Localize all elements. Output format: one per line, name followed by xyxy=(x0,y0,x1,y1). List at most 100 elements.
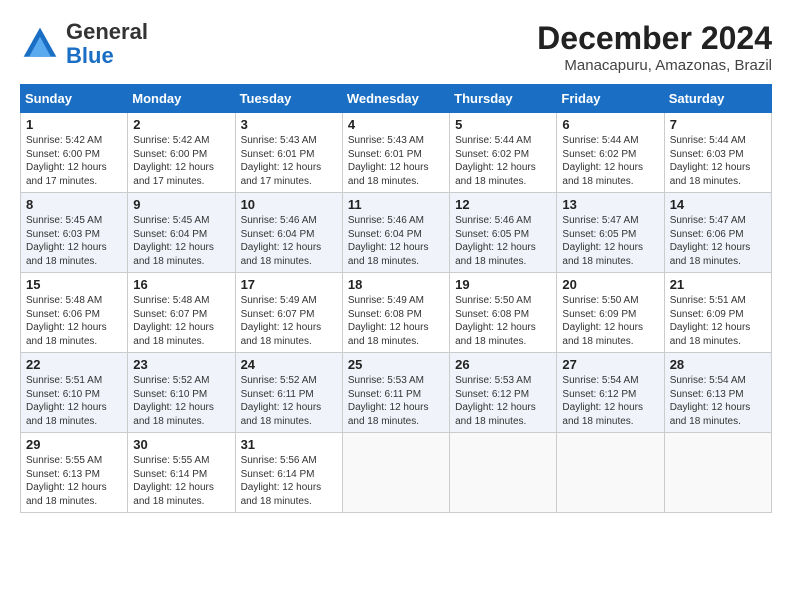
weekday-header-tuesday: Tuesday xyxy=(235,85,342,113)
day-number: 12 xyxy=(455,197,551,212)
logo-text: General Blue xyxy=(66,20,148,68)
day-number: 14 xyxy=(670,197,766,212)
day-info: Sunrise: 5:55 AMSunset: 6:13 PMDaylight:… xyxy=(26,455,107,507)
calendar-day-cell: 23 Sunrise: 5:52 AMSunset: 6:10 PMDaylig… xyxy=(128,353,235,433)
day-number: 1 xyxy=(26,117,122,132)
page-header: General Blue December 2024 Manacapuru, A… xyxy=(20,20,772,74)
day-info: Sunrise: 5:47 AMSunset: 6:05 PMDaylight:… xyxy=(562,215,643,267)
day-number: 2 xyxy=(133,117,229,132)
calendar-week-row: 22 Sunrise: 5:51 AMSunset: 6:10 PMDaylig… xyxy=(21,353,772,433)
calendar-day-cell: 10 Sunrise: 5:46 AMSunset: 6:04 PMDaylig… xyxy=(235,193,342,273)
calendar-day-cell: 20 Sunrise: 5:50 AMSunset: 6:09 PMDaylig… xyxy=(557,273,664,353)
calendar-day-cell: 30 Sunrise: 5:55 AMSunset: 6:14 PMDaylig… xyxy=(128,433,235,513)
weekday-header-sunday: Sunday xyxy=(21,85,128,113)
calendar-day-cell: 13 Sunrise: 5:47 AMSunset: 6:05 PMDaylig… xyxy=(557,193,664,273)
calendar-week-row: 1 Sunrise: 5:42 AMSunset: 6:00 PMDayligh… xyxy=(21,113,772,193)
day-info: Sunrise: 5:48 AMSunset: 6:06 PMDaylight:… xyxy=(26,295,107,347)
calendar-table: SundayMondayTuesdayWednesdayThursdayFrid… xyxy=(20,84,772,513)
day-number: 18 xyxy=(348,277,444,292)
calendar-day-cell: 16 Sunrise: 5:48 AMSunset: 6:07 PMDaylig… xyxy=(128,273,235,353)
day-info: Sunrise: 5:51 AMSunset: 6:10 PMDaylight:… xyxy=(26,375,107,427)
day-number: 13 xyxy=(562,197,658,212)
weekday-header-saturday: Saturday xyxy=(664,85,771,113)
day-info: Sunrise: 5:43 AMSunset: 6:01 PMDaylight:… xyxy=(348,135,429,187)
title-block: December 2024 Manacapuru, Amazonas, Braz… xyxy=(537,20,772,74)
calendar-day-cell: 24 Sunrise: 5:52 AMSunset: 6:11 PMDaylig… xyxy=(235,353,342,433)
day-number: 9 xyxy=(133,197,229,212)
weekday-header-friday: Friday xyxy=(557,85,664,113)
day-number: 7 xyxy=(670,117,766,132)
calendar-day-cell: 4 Sunrise: 5:43 AMSunset: 6:01 PMDayligh… xyxy=(342,113,449,193)
day-number: 4 xyxy=(348,117,444,132)
day-info: Sunrise: 5:46 AMSunset: 6:05 PMDaylight:… xyxy=(455,215,536,267)
location: Manacapuru, Amazonas, Brazil xyxy=(537,57,772,74)
empty-cell xyxy=(557,433,664,513)
calendar-day-cell: 12 Sunrise: 5:46 AMSunset: 6:05 PMDaylig… xyxy=(450,193,557,273)
calendar-week-row: 29 Sunrise: 5:55 AMSunset: 6:13 PMDaylig… xyxy=(21,433,772,513)
calendar-day-cell: 21 Sunrise: 5:51 AMSunset: 6:09 PMDaylig… xyxy=(664,273,771,353)
calendar-day-cell: 28 Sunrise: 5:54 AMSunset: 6:13 PMDaylig… xyxy=(664,353,771,433)
day-number: 22 xyxy=(26,357,122,372)
calendar-week-row: 15 Sunrise: 5:48 AMSunset: 6:06 PMDaylig… xyxy=(21,273,772,353)
day-info: Sunrise: 5:49 AMSunset: 6:08 PMDaylight:… xyxy=(348,295,429,347)
day-number: 25 xyxy=(348,357,444,372)
day-info: Sunrise: 5:53 AMSunset: 6:12 PMDaylight:… xyxy=(455,375,536,427)
logo: General Blue xyxy=(20,20,148,68)
weekday-header-monday: Monday xyxy=(128,85,235,113)
day-number: 23 xyxy=(133,357,229,372)
day-info: Sunrise: 5:44 AMSunset: 6:02 PMDaylight:… xyxy=(562,135,643,187)
calendar-day-cell: 9 Sunrise: 5:45 AMSunset: 6:04 PMDayligh… xyxy=(128,193,235,273)
day-number: 19 xyxy=(455,277,551,292)
day-info: Sunrise: 5:53 AMSunset: 6:11 PMDaylight:… xyxy=(348,375,429,427)
calendar-day-cell: 7 Sunrise: 5:44 AMSunset: 6:03 PMDayligh… xyxy=(664,113,771,193)
calendar-day-cell: 18 Sunrise: 5:49 AMSunset: 6:08 PMDaylig… xyxy=(342,273,449,353)
calendar-day-cell: 31 Sunrise: 5:56 AMSunset: 6:14 PMDaylig… xyxy=(235,433,342,513)
calendar-day-cell: 26 Sunrise: 5:53 AMSunset: 6:12 PMDaylig… xyxy=(450,353,557,433)
day-info: Sunrise: 5:51 AMSunset: 6:09 PMDaylight:… xyxy=(670,295,751,347)
day-number: 20 xyxy=(562,277,658,292)
day-info: Sunrise: 5:54 AMSunset: 6:13 PMDaylight:… xyxy=(670,375,751,427)
day-number: 5 xyxy=(455,117,551,132)
calendar-day-cell: 27 Sunrise: 5:54 AMSunset: 6:12 PMDaylig… xyxy=(557,353,664,433)
day-info: Sunrise: 5:44 AMSunset: 6:02 PMDaylight:… xyxy=(455,135,536,187)
day-info: Sunrise: 5:43 AMSunset: 6:01 PMDaylight:… xyxy=(241,135,322,187)
day-info: Sunrise: 5:42 AMSunset: 6:00 PMDaylight:… xyxy=(133,135,214,187)
weekday-header-thursday: Thursday xyxy=(450,85,557,113)
empty-cell xyxy=(450,433,557,513)
day-number: 30 xyxy=(133,437,229,452)
day-info: Sunrise: 5:50 AMSunset: 6:09 PMDaylight:… xyxy=(562,295,643,347)
day-info: Sunrise: 5:56 AMSunset: 6:14 PMDaylight:… xyxy=(241,455,322,507)
day-number: 26 xyxy=(455,357,551,372)
month-title: December 2024 xyxy=(537,20,772,57)
day-number: 3 xyxy=(241,117,337,132)
weekday-header-wednesday: Wednesday xyxy=(342,85,449,113)
day-info: Sunrise: 5:47 AMSunset: 6:06 PMDaylight:… xyxy=(670,215,751,267)
day-number: 16 xyxy=(133,277,229,292)
calendar-day-cell: 2 Sunrise: 5:42 AMSunset: 6:00 PMDayligh… xyxy=(128,113,235,193)
calendar-day-cell: 5 Sunrise: 5:44 AMSunset: 6:02 PMDayligh… xyxy=(450,113,557,193)
empty-cell xyxy=(664,433,771,513)
day-number: 21 xyxy=(670,277,766,292)
day-info: Sunrise: 5:46 AMSunset: 6:04 PMDaylight:… xyxy=(348,215,429,267)
day-info: Sunrise: 5:46 AMSunset: 6:04 PMDaylight:… xyxy=(241,215,322,267)
calendar-day-cell: 8 Sunrise: 5:45 AMSunset: 6:03 PMDayligh… xyxy=(21,193,128,273)
day-info: Sunrise: 5:54 AMSunset: 6:12 PMDaylight:… xyxy=(562,375,643,427)
day-number: 28 xyxy=(670,357,766,372)
day-info: Sunrise: 5:44 AMSunset: 6:03 PMDaylight:… xyxy=(670,135,751,187)
day-number: 31 xyxy=(241,437,337,452)
calendar-day-cell: 3 Sunrise: 5:43 AMSunset: 6:01 PMDayligh… xyxy=(235,113,342,193)
day-info: Sunrise: 5:52 AMSunset: 6:11 PMDaylight:… xyxy=(241,375,322,427)
day-number: 8 xyxy=(26,197,122,212)
calendar-day-cell: 29 Sunrise: 5:55 AMSunset: 6:13 PMDaylig… xyxy=(21,433,128,513)
calendar-day-cell: 11 Sunrise: 5:46 AMSunset: 6:04 PMDaylig… xyxy=(342,193,449,273)
empty-cell xyxy=(342,433,449,513)
calendar-day-cell: 17 Sunrise: 5:49 AMSunset: 6:07 PMDaylig… xyxy=(235,273,342,353)
calendar-day-cell: 22 Sunrise: 5:51 AMSunset: 6:10 PMDaylig… xyxy=(21,353,128,433)
calendar-day-cell: 25 Sunrise: 5:53 AMSunset: 6:11 PMDaylig… xyxy=(342,353,449,433)
day-info: Sunrise: 5:50 AMSunset: 6:08 PMDaylight:… xyxy=(455,295,536,347)
day-number: 24 xyxy=(241,357,337,372)
calendar-day-cell: 15 Sunrise: 5:48 AMSunset: 6:06 PMDaylig… xyxy=(21,273,128,353)
calendar-day-cell: 1 Sunrise: 5:42 AMSunset: 6:00 PMDayligh… xyxy=(21,113,128,193)
day-info: Sunrise: 5:45 AMSunset: 6:04 PMDaylight:… xyxy=(133,215,214,267)
weekday-header-row: SundayMondayTuesdayWednesdayThursdayFrid… xyxy=(21,85,772,113)
